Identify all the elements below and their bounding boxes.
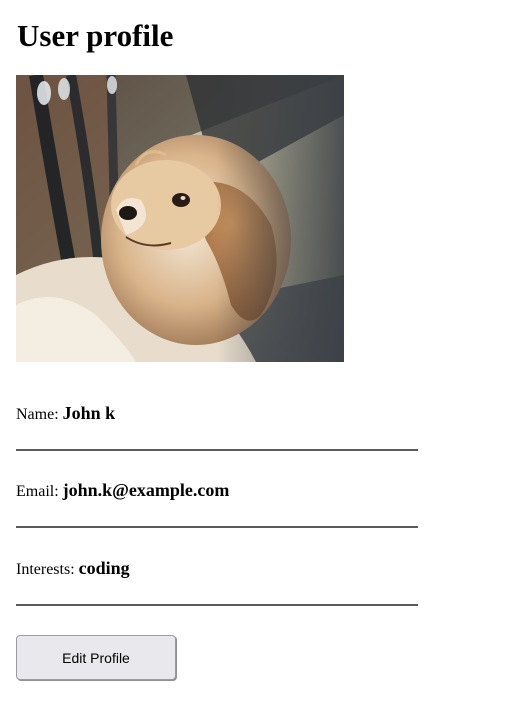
name-label: Name:	[16, 406, 59, 423]
email-label: Email:	[16, 483, 59, 500]
interests-divider	[16, 604, 418, 606]
page-title: User profile	[17, 18, 174, 53]
profile-photo	[16, 75, 344, 362]
name-value: John k	[62, 403, 116, 423]
interests-label: Interests:	[16, 561, 75, 578]
name-divider	[16, 449, 418, 451]
edit-profile-button[interactable]: Edit Profile	[16, 635, 176, 680]
email-divider	[16, 526, 418, 528]
email-value: john.k@example.com	[62, 480, 230, 500]
interests-value: coding	[78, 558, 130, 578]
